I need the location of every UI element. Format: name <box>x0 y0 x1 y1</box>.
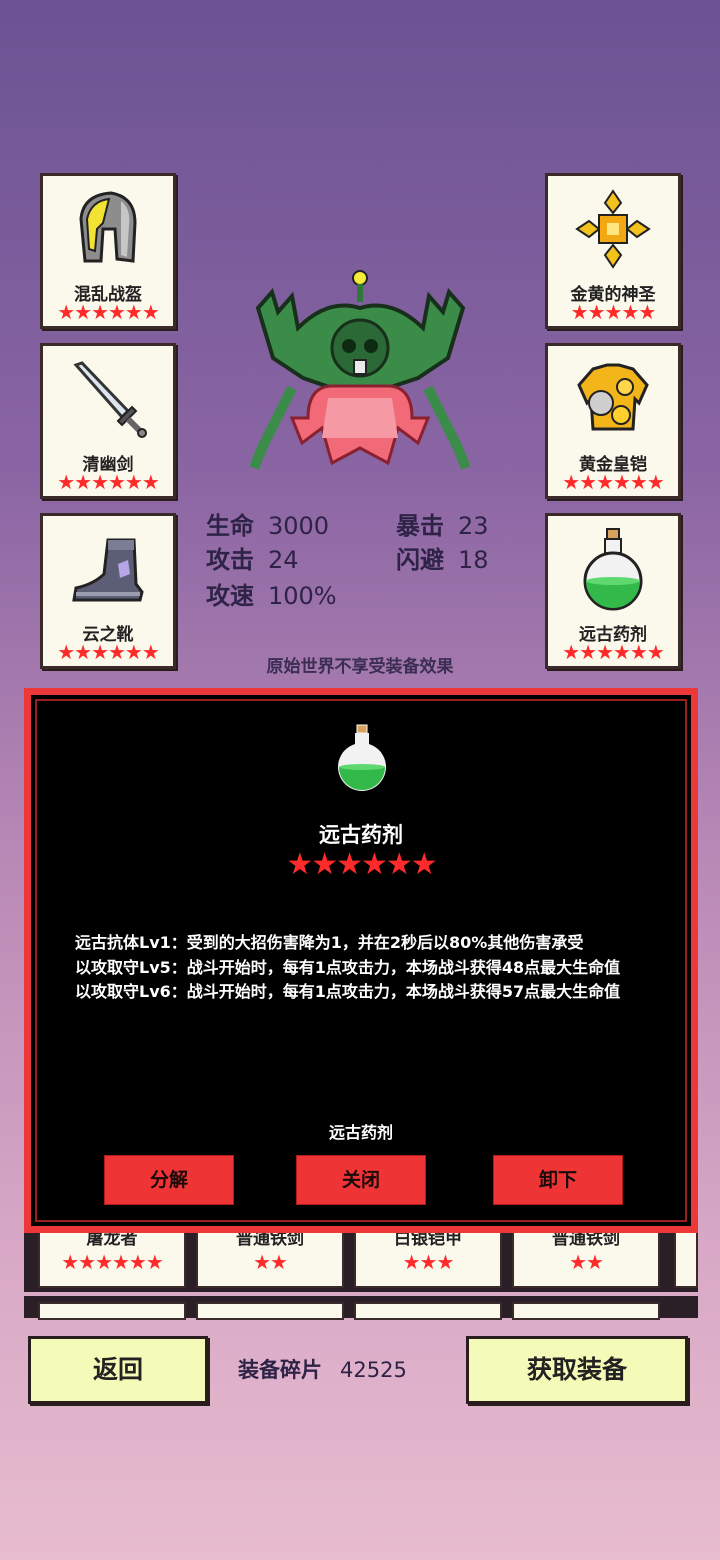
back-button[interactable]: 返回 <box>28 1336 208 1404</box>
inventory-item-stars: ★★ <box>569 1250 604 1274</box>
fragments-display: 装备碎片 42525 <box>238 1354 407 1384</box>
equip-slot-weapon[interactable]: 清幽剑 ★★★★★★ <box>40 343 176 499</box>
equipment-note: 原始世界不享受装备效果 <box>266 657 454 677</box>
equip-stars: ★★★★★★ <box>57 470 160 494</box>
fragments-value: 42525 <box>340 1358 407 1382</box>
inventory-item[interactable]: 普通铁剑 ★★ <box>196 1228 344 1288</box>
stat-crit-value: 23 <box>458 512 489 540</box>
equip-slot-accessory[interactable]: 金黄的神圣 ★★★★★ <box>545 173 681 329</box>
inventory-item[interactable]: 普通铁剑 ★★ <box>512 1228 660 1288</box>
stat-aspd-label: 攻速 <box>206 582 254 610</box>
sword-icon <box>43 354 173 444</box>
stat-dodge: 闪避 18 <box>396 540 489 575</box>
fragments-label: 装备碎片 <box>238 1358 322 1382</box>
stat-atk-value: 24 <box>268 546 299 574</box>
equip-stars: ★★★★★★ <box>57 300 160 324</box>
inventory-item[interactable] <box>674 1228 698 1288</box>
get-equipment-button[interactable]: 获取装备 <box>466 1336 688 1404</box>
dialog-description: 远古抗体Lv1：受到的大招伤害降为1，并在2秒后以80%其他伤害承受 以攻取守L… <box>75 931 651 1005</box>
boots-icon <box>43 524 173 614</box>
stat-hp: 生命 3000 <box>206 506 329 541</box>
skill-line: 以攻取守Lv5：战斗开始时，每有1点攻击力，本场战斗获得48点最大生命值 <box>75 957 621 977</box>
equip-stars: ★★★★★ <box>570 300 657 324</box>
holy-cross-icon <box>548 184 678 274</box>
equip-slot-boots[interactable]: 云之靴 ★★★★★★ <box>40 513 176 669</box>
gold-armor-icon <box>548 354 678 444</box>
inventory-item[interactable] <box>354 1302 502 1320</box>
dialog-potion-icon <box>332 723 392 793</box>
inventory-item[interactable] <box>512 1302 660 1320</box>
inventory-item[interactable]: 屠龙者 ★★★★★★ <box>38 1228 186 1288</box>
unequip-button[interactable]: 卸下 <box>493 1155 623 1205</box>
item-detail-dialog: 远古药剂 ★★★★★★ 远古抗体Lv1：受到的大招伤害降为1，并在2秒后以80%… <box>24 688 698 1233</box>
equip-slot-armor[interactable]: 黄金皇铠 ★★★★★★ <box>545 343 681 499</box>
stat-hp-label: 生命 <box>206 512 254 540</box>
skill-line: 以攻取守Lv6：战斗开始时，每有1点攻击力，本场战斗获得57点最大生命值 <box>75 982 621 1001</box>
inventory-row <box>24 1296 698 1320</box>
stat-atk-label: 攻击 <box>206 546 254 574</box>
skill-line: 远古抗体Lv1：受到的大招伤害降为1，并在2秒后以80%其他伤害承受 <box>75 933 584 952</box>
inventory-item-stars: ★★★ <box>402 1250 455 1274</box>
dialog-item-name: 远古药剂 <box>319 823 403 847</box>
inventory-item[interactable]: 白银铠甲 ★★★ <box>354 1228 502 1288</box>
dialog-footer-name: 远古药剂 <box>328 1123 393 1142</box>
close-button[interactable]: 关闭 <box>296 1155 426 1205</box>
stat-dodge-value: 18 <box>458 546 489 574</box>
helmet-icon <box>43 184 173 274</box>
stat-dodge-label: 闪避 <box>396 546 444 574</box>
inventory-item[interactable] <box>196 1302 344 1320</box>
stat-aspd: 攻速 100% <box>206 576 337 611</box>
stat-hp-value: 3000 <box>268 512 330 540</box>
inventory-item-stars: ★★ <box>253 1250 288 1274</box>
equip-slot-potion[interactable]: 远古药剂 ★★★★★★ <box>545 513 681 669</box>
potion-icon <box>548 524 678 614</box>
inventory-item-stars: ★★★★★★ <box>61 1250 164 1274</box>
stat-aspd-value: 100% <box>268 582 337 610</box>
character-sprite <box>248 268 473 473</box>
stat-crit-label: 暴击 <box>396 512 444 540</box>
inventory-row: 屠龙者 ★★★★★★ 普通铁剑 ★★ 白银铠甲 ★★★ 普通铁剑 ★★ <box>24 1228 698 1292</box>
dialog-item-stars: ★★★★★★ <box>286 847 437 882</box>
equip-slot-helmet[interactable]: 混乱战盔 ★★★★★★ <box>40 173 176 329</box>
decompose-button[interactable]: 分解 <box>104 1155 234 1205</box>
inventory-item[interactable] <box>38 1302 186 1320</box>
equip-stars: ★★★★★★ <box>562 470 665 494</box>
stat-crit: 暴击 23 <box>396 506 489 541</box>
stat-atk: 攻击 24 <box>206 540 299 575</box>
